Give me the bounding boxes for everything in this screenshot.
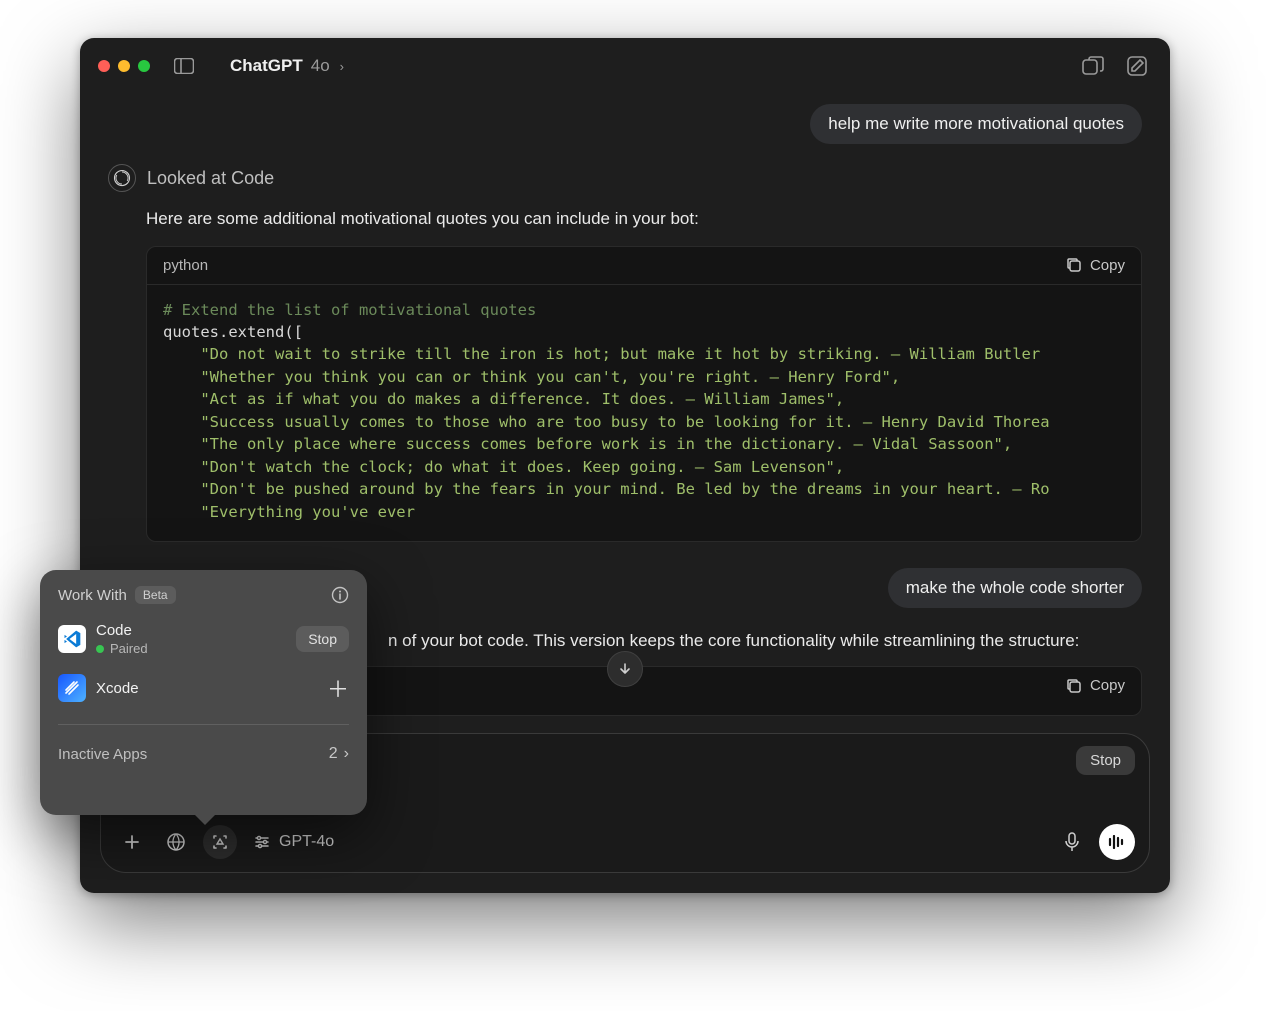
status-dot-icon — [96, 645, 104, 653]
copy-code-button[interactable]: Copy — [1066, 257, 1125, 274]
traffic-lights — [98, 60, 150, 72]
window-action-button[interactable] — [1078, 51, 1108, 81]
plus-icon — [123, 833, 141, 851]
close-window-button[interactable] — [98, 60, 110, 72]
user-message-1: help me write more motivational quotes — [108, 104, 1142, 144]
composer-model-button[interactable]: GPT-4o — [247, 833, 340, 851]
sidebar-icon — [174, 58, 194, 74]
app-add-button[interactable]: ＋ — [327, 677, 349, 702]
info-icon — [331, 586, 349, 604]
copy-label: Copy — [1090, 677, 1125, 694]
dictation-button[interactable] — [1055, 825, 1089, 859]
code-block-1: python Copy # Extend the list of motivat… — [146, 246, 1142, 543]
looked-at-code-label: Looked at Code — [147, 168, 274, 189]
voice-mode-button[interactable] — [1099, 824, 1135, 860]
work-with-app-code[interactable]: Code Paired Stop — [50, 614, 357, 664]
arrow-down-icon — [618, 662, 632, 676]
code-body: # Extend the list of motivational quotes… — [147, 285, 1141, 542]
assistant-message-2-partial: n of your bot code. This version keeps t… — [388, 628, 1142, 654]
app-stop-button[interactable]: Stop — [296, 626, 349, 652]
tune-icon — [253, 833, 271, 851]
work-with-app-xcode[interactable]: Xcode ＋ — [50, 664, 357, 712]
sidebar-toggle-button[interactable] — [170, 54, 198, 78]
app-title: ChatGPT — [230, 56, 303, 76]
apps-bracket-icon — [210, 832, 230, 852]
model-name: 4o — [311, 56, 330, 76]
inactive-apps-label: Inactive Apps — [58, 746, 147, 763]
stop-generation-button[interactable]: Stop — [1076, 746, 1135, 775]
model-picker-button[interactable]: ChatGPT 4o › — [230, 56, 344, 76]
assistant-avatar — [108, 164, 136, 192]
xcode-icon — [58, 674, 86, 702]
beta-badge: Beta — [135, 586, 176, 604]
popup-info-button[interactable] — [331, 586, 349, 604]
composer-model-label: GPT-4o — [279, 833, 334, 851]
compose-icon — [1126, 55, 1148, 77]
popup-header: Work With Beta — [40, 586, 367, 604]
user-bubble: make the whole code shorter — [888, 568, 1142, 608]
code-header: python Copy — [147, 247, 1141, 285]
openai-logo-icon — [113, 169, 131, 187]
fullscreen-window-button[interactable] — [138, 60, 150, 72]
titlebar: ChatGPT 4o › — [80, 38, 1170, 94]
popup-divider — [58, 724, 349, 725]
popup-app-list: Code Paired Stop Xcode ＋ — [40, 614, 367, 712]
web-browse-button[interactable] — [159, 825, 193, 859]
copy-icon — [1066, 678, 1082, 694]
minimize-window-button[interactable] — [118, 60, 130, 72]
new-chat-button[interactable] — [1122, 51, 1152, 81]
work-with-apps-button[interactable] — [203, 825, 237, 859]
user-bubble: help me write more motivational quotes — [810, 104, 1142, 144]
copy-label: Copy — [1090, 257, 1125, 274]
globe-icon — [166, 832, 186, 852]
popup-title: Work With — [58, 587, 127, 604]
code-language-label: python — [163, 257, 208, 274]
paired-status: Paired — [96, 641, 148, 656]
attach-button[interactable] — [115, 825, 149, 859]
microphone-icon — [1064, 832, 1080, 852]
composer-toolbar: GPT-4o — [115, 824, 1135, 860]
copy-icon — [1066, 257, 1082, 273]
copy-code-button-2[interactable]: Copy — [1066, 677, 1125, 694]
waveform-icon — [1108, 835, 1126, 849]
overlay-window-icon — [1082, 56, 1104, 76]
work-with-popup: Work With Beta Code Paired Stop — [40, 570, 367, 815]
app-name-label: Code — [96, 622, 148, 639]
app-name-label: Xcode — [96, 680, 139, 697]
chevron-right-icon: › — [344, 745, 349, 763]
assistant-message-1: Here are some additional motivational qu… — [146, 206, 1142, 232]
inactive-apps-count: 2 — [329, 745, 338, 763]
assistant-header: Looked at Code — [108, 164, 1142, 192]
inactive-apps-row[interactable]: Inactive Apps 2 › — [40, 737, 367, 763]
scroll-to-bottom-button[interactable] — [607, 651, 643, 687]
vscode-icon — [58, 625, 86, 653]
chevron-right-icon: › — [340, 59, 344, 74]
